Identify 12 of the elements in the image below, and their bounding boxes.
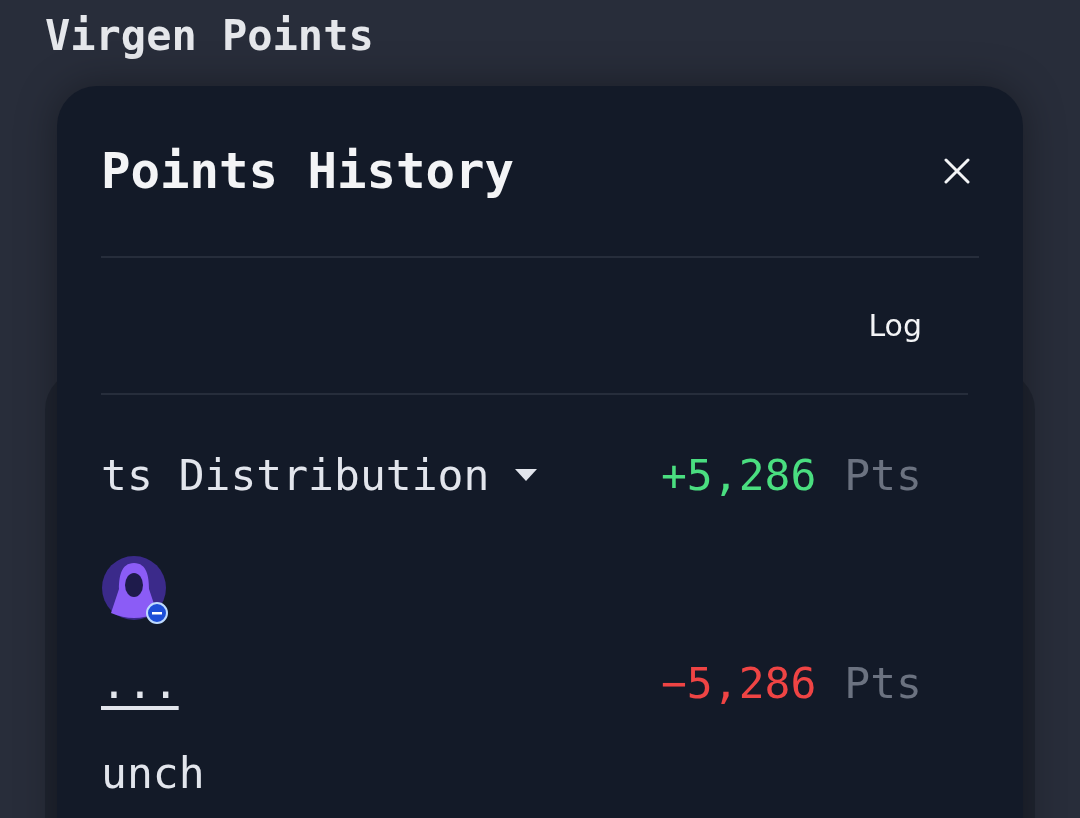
dialog-title: Points History — [101, 142, 514, 200]
points-unit: Pts — [844, 449, 922, 502]
entry-note: unch — [101, 747, 206, 800]
entry-link[interactable]: ... — [101, 653, 179, 713]
close-icon[interactable] — [944, 158, 970, 184]
points-amount: +5,286 — [661, 449, 817, 502]
caret-icon[interactable] — [515, 469, 538, 481]
page-title: Virgen Points — [44, 10, 374, 62]
log-tab[interactable]: Log — [868, 308, 922, 343]
points-unit: Pts — [844, 657, 922, 710]
points-amount: −5,286 — [661, 657, 817, 710]
entry-title: ts Distribution — [101, 449, 490, 502]
